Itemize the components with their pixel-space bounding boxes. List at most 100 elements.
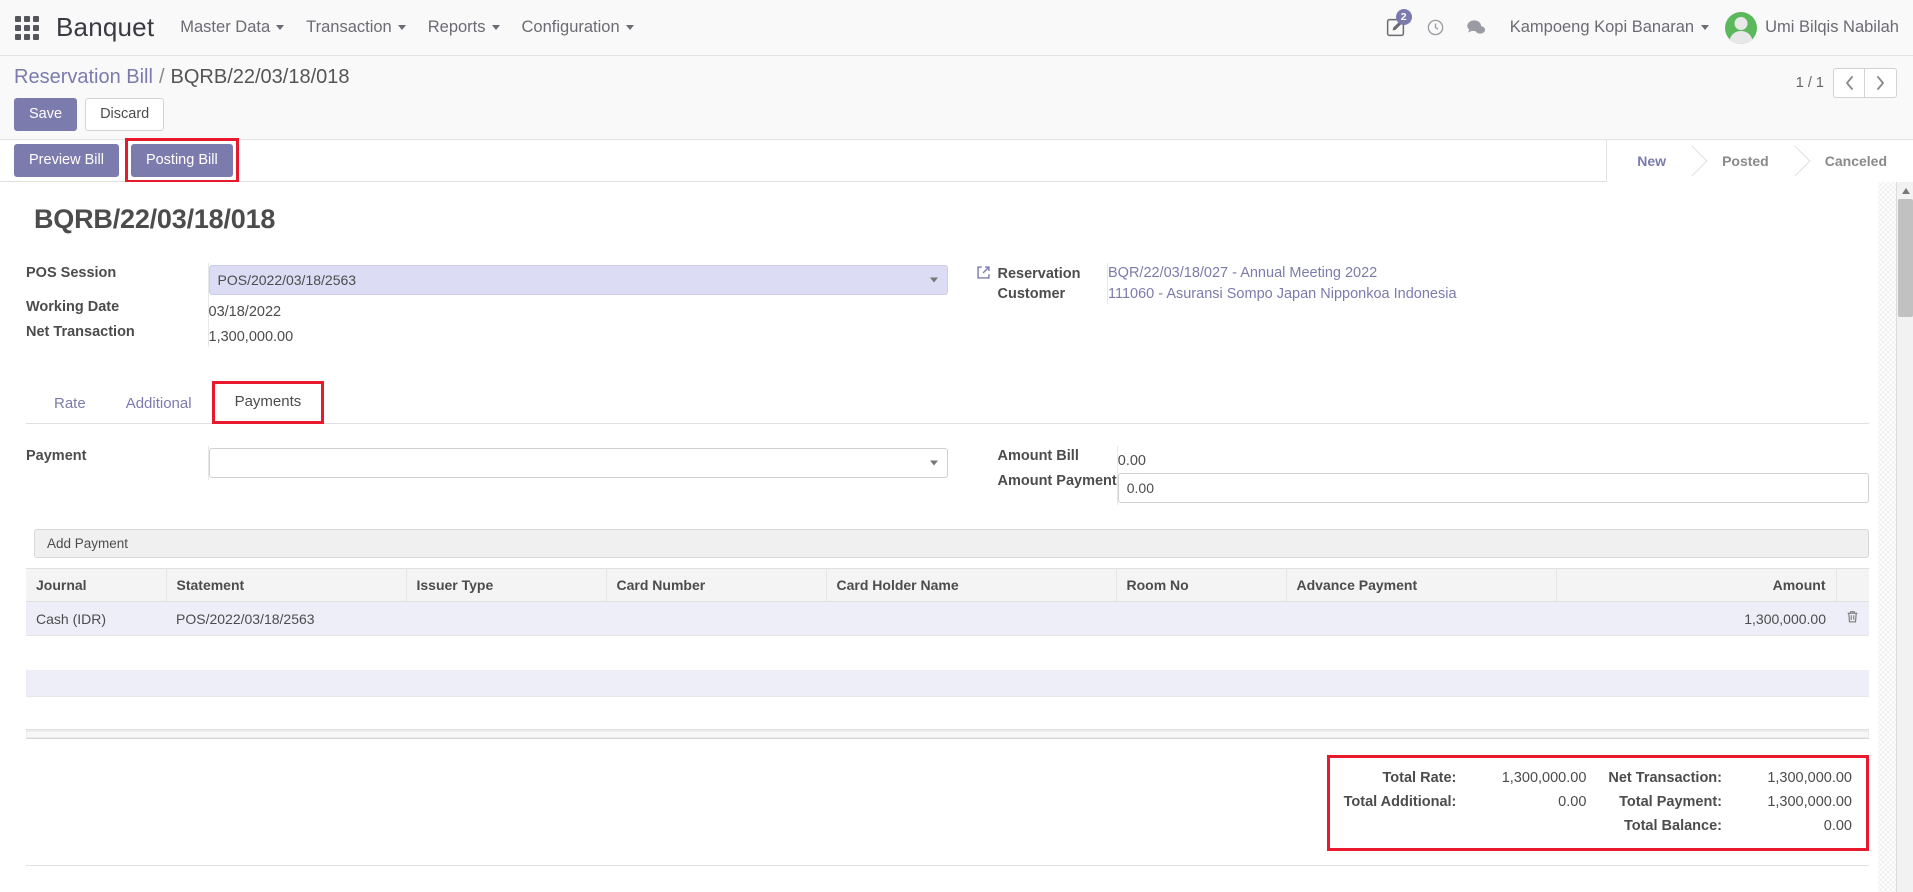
cell-blank[interactable] [26,670,1869,697]
menu-master-data[interactable]: Master Data [180,18,285,37]
status-step-new[interactable]: New [1607,139,1693,182]
payments-field-groups: Payment Amount Bill 0.00 Amount Payment … [26,446,1869,506]
payments-group-right: Amount Bill 0.00 Amount Payment 0.00 [948,446,1869,506]
reservation-label-cell: Reservation [948,263,1108,284]
column-journal[interactable]: Journal [26,568,167,603]
horizontal-scrollbar-thumb[interactable] [27,731,1868,737]
cell-journal[interactable]: Cash (IDR) [26,601,166,637]
status-step-canceled[interactable]: Canceled [1794,139,1913,182]
field-row-pos-session: POS Session POS/2022/03/18/2563 [26,263,948,298]
user-menu[interactable]: Umi Bilqis Nabilah [1765,18,1899,37]
save-button[interactable]: Save [14,98,78,132]
tab-additional[interactable]: Additional [106,386,212,423]
column-card-number[interactable]: Card Number [606,568,827,603]
tab-rate[interactable]: Rate [34,386,106,423]
horizontal-scrollbar[interactable] [26,728,1869,739]
cell-statement[interactable]: POS/2022/03/18/2563 [166,601,406,637]
column-statement[interactable]: Statement [166,568,407,603]
column-advance-payment[interactable]: Advance Payment [1286,568,1557,603]
amount-bill-value: 0.00 [1116,446,1869,472]
totals-gap [1586,766,1608,790]
customer-value-cell: 111060 - Asuransi Sompo Japan Nipponkoa … [1107,284,1869,305]
column-card-holder-name[interactable]: Card Holder Name [826,568,1117,603]
pager-next-button[interactable] [1865,68,1897,98]
cell-amount[interactable]: 1,300,000.00 [1556,601,1836,637]
chevron-down-icon [397,25,406,30]
pos-session-label: POS Session [26,265,117,282]
vertical-scrollbar[interactable] [1896,182,1913,892]
posting-bill-button[interactable]: Posting Bill [130,144,233,178]
edit-note-badge: 2 [1395,8,1412,25]
field-row-payment: Payment [26,446,948,481]
table-row-blank[interactable] [26,670,1869,697]
payments-table-blank [26,670,1869,697]
pager-count: 1 / 1 [1795,75,1824,91]
messages-icon[interactable] [1456,8,1496,48]
discard-button[interactable]: Discard [85,98,165,132]
pager-previous-button[interactable] [1833,68,1865,98]
total-additional-value: 0.00 [1558,793,1587,810]
chevron-down-icon [1701,25,1710,30]
add-payment-button[interactable]: Add Payment [34,529,1869,559]
notebook-tabs: Rate Additional Payments [26,381,1869,425]
external-link-icon[interactable] [976,265,991,280]
payments-group-left: Payment [26,446,948,505]
total-payment-value: 1,300,000.00 [1767,793,1852,810]
record-action-buttons: Save Discard [14,98,1899,132]
totals-gap [1586,790,1608,814]
company-switcher[interactable]: Kampoeng Kopi Banaran [1509,18,1710,37]
column-issuer-type[interactable]: Issuer Type [406,568,607,603]
column-room-no[interactable]: Room No [1116,568,1287,603]
sheet-scroll-gutter [1878,182,1896,892]
breadcrumb: Reservation Bill / BQRB/22/03/18/018 [14,66,1899,89]
menu-reports[interactable]: Reports [428,18,500,37]
table-row[interactable]: Cash (IDR) POS/2022/03/18/2563 1,300,000… [26,601,1869,637]
cell-issuer-type[interactable] [406,601,606,637]
control-panel: Reservation Bill / BQRB/22/03/18/018 Sav… [0,56,1913,141]
edit-note-icon[interactable]: 2 [1376,8,1416,48]
total-additional-label: Total Additional: [1343,793,1457,810]
cell-room-no[interactable] [1116,601,1286,637]
apps-grid-icon[interactable] [10,11,44,45]
amount-payment-label: Amount Payment [997,473,1117,490]
pos-session-select[interactable]: POS/2022/03/18/2563 [208,265,948,296]
field-row-net-transaction: Net Transaction 1,300,000.00 [26,322,948,348]
brand-title[interactable]: Banquet [56,12,154,43]
add-payment-row: Add Payment [26,529,1869,559]
column-actions [1836,568,1869,603]
pager: 1 / 1 [1796,68,1897,98]
company-label: Kampoeng Kopi Banaran [1509,18,1695,36]
totals-row-1: Total Rate: 1,300,000.00 Net Transaction… [1344,766,1852,790]
sheet-bottom-divider [26,864,1869,866]
reservation-value[interactable]: BQR/22/03/18/027 - Annual Meeting 2022 [1108,265,1377,281]
list-bottom-gap [26,697,1869,723]
cell-advance-payment[interactable] [1286,601,1556,637]
action-bar: Preview Bill Posting Bill New Posted Can… [0,138,1913,184]
menu-transaction[interactable]: Transaction [306,18,406,37]
payments-table: Journal Statement Issuer Type Card Numbe… [26,568,1869,637]
avatar[interactable] [1725,11,1758,44]
delete-row-icon[interactable] [1836,601,1869,637]
menu-master-data-label: Master Data [180,18,271,36]
chevron-down-icon [276,25,285,30]
payments-table-head: Journal Statement Issuer Type Card Numbe… [26,568,1869,603]
column-amount[interactable]: Amount [1556,568,1837,603]
cell-card-number[interactable] [606,601,826,637]
scroll-up-arrow-icon[interactable] [1897,182,1913,200]
totals-highlight-box: Total Rate: 1,300,000.00 Net Transaction… [1326,754,1869,851]
breadcrumb-root[interactable]: Reservation Bill [14,66,153,89]
amount-payment-input[interactable]: 0.00 [1117,473,1869,504]
chevron-down-icon [491,25,500,30]
preview-bill-button[interactable]: Preview Bill [14,144,119,178]
cell-card-holder-name[interactable] [826,601,1116,637]
vertical-scrollbar-thumb[interactable] [1898,199,1913,318]
tab-payments[interactable]: Payments [215,384,322,421]
clock-icon[interactable] [1416,8,1456,48]
customer-value[interactable]: 111060 - Asuransi Sompo Japan Nipponkoa … [1108,286,1457,302]
total-rate-label: Total Rate: [1382,769,1457,786]
form-group-right: Reservation BQR/22/03/18/027 - Annual Me… [948,263,1869,347]
menu-configuration[interactable]: Configuration [522,18,634,37]
notebook: Rate Additional Payments Payment Amount … [26,381,1869,866]
payment-select[interactable] [208,448,948,479]
total-rate-value: 1,300,000.00 [1501,769,1587,786]
